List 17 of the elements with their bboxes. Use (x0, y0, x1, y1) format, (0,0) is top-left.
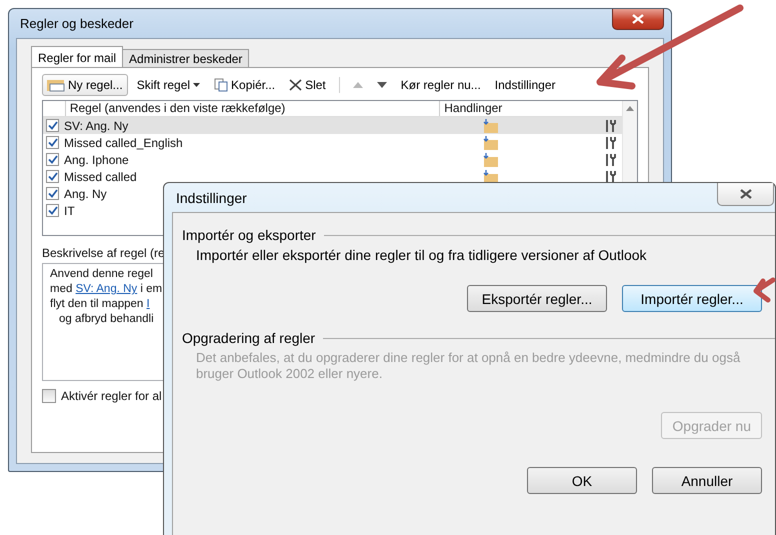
description-line: flyt den til mappen I (50, 297, 150, 312)
rule-name: Missed called_English (64, 136, 183, 150)
group-text: Det anbefales, at du opgraderer dine regler for at opnå en bedre ydeevne, medmindre du også bruger Outlook 2002 eller nyere. (195, 349, 742, 382)
window-title: Regler og beskeder (19, 16, 134, 31)
group-title: Opgradering af regler (182, 330, 316, 346)
description-line: med SV: Ang. Ny i em (50, 282, 162, 297)
group-title: Importér og eksporter (182, 227, 316, 243)
dialog-title: Indstillinger (175, 190, 247, 206)
rule-name: Missed called (64, 170, 137, 184)
rule-name: Ang. Ny (64, 186, 107, 200)
rule-name: SV: Ang. Ny (64, 118, 128, 132)
group-text: Importér eller eksportér dine regler til og fra tidligere versioner af Outlook (195, 246, 648, 263)
rule-name: IT (64, 204, 75, 218)
checkbox-label: Aktivér regler for al (61, 389, 162, 403)
description-line: Anvend denne regel (50, 267, 153, 282)
description-line: og afbryd behandli (59, 312, 154, 327)
rule-name: Ang. Iphone (64, 152, 129, 166)
